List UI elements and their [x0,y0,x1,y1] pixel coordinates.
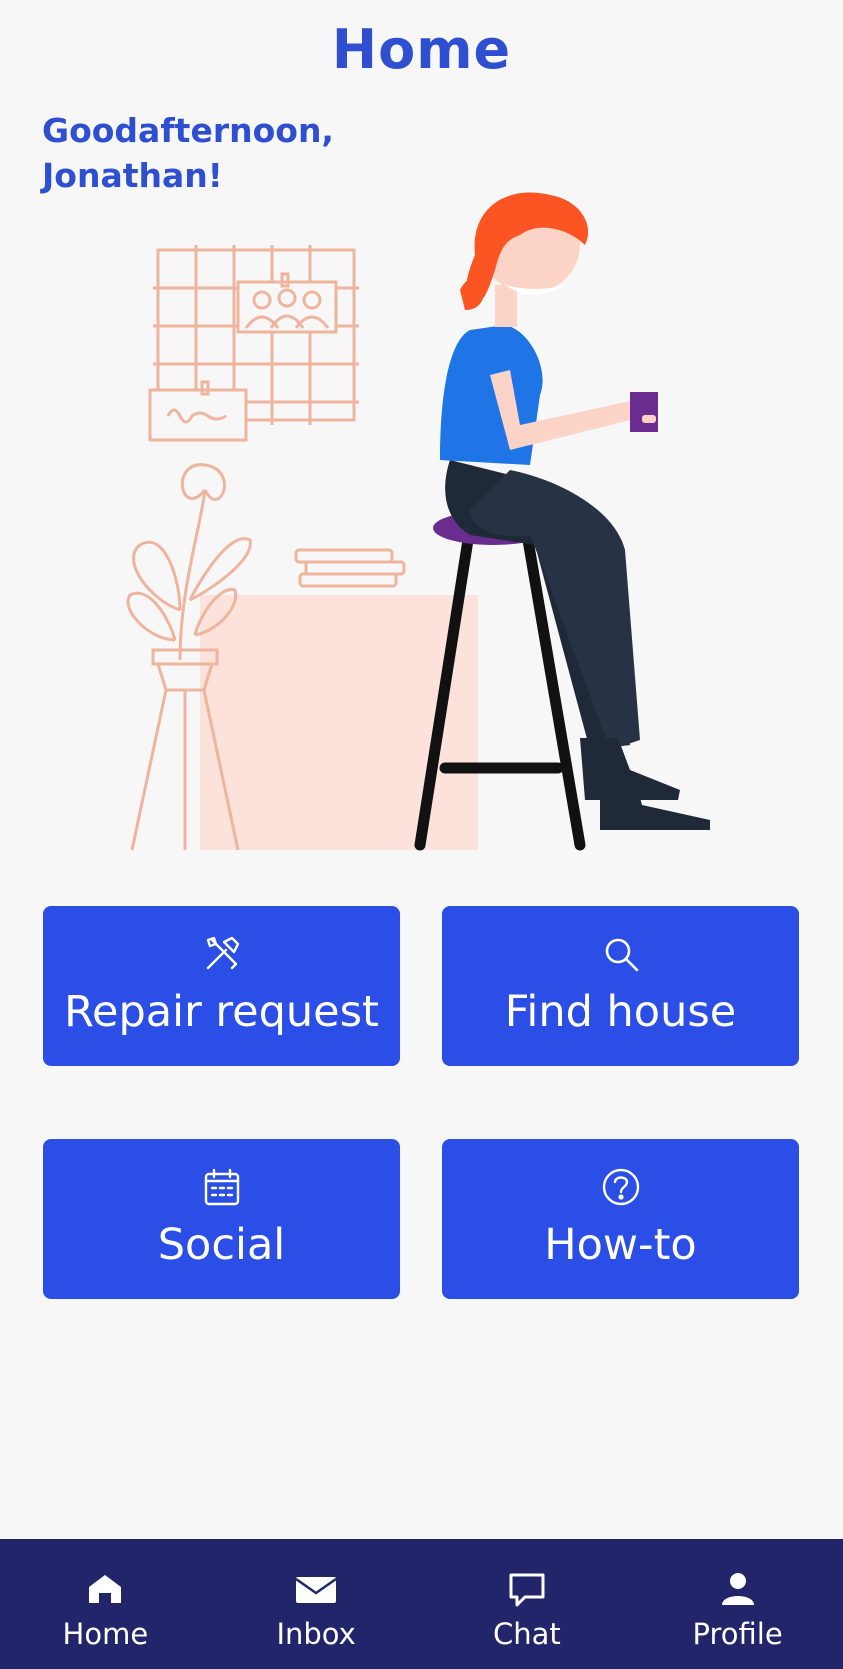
bottom-navigation: Home Inbox Chat Profile [0,1539,843,1669]
woman-on-stool-illustration [126,192,710,851]
nav-label-chat: Chat [492,1617,561,1651]
find-house-button[interactable]: Find house [442,906,799,1066]
nav-item-chat[interactable]: Chat [422,1539,633,1669]
social-button[interactable]: Social [43,1139,400,1299]
search-icon [605,938,638,972]
how-to-label: How-to [544,1220,697,1270]
mail-icon [295,1577,337,1603]
greeting-text: Goodafternoon, Jonathan! [42,111,334,195]
nav-item-home[interactable]: Home [0,1539,211,1669]
page-title: Home [331,18,512,81]
user-icon [721,1573,754,1605]
how-to-button[interactable]: How-to [442,1139,799,1299]
nav-label-profile: Profile [692,1617,783,1651]
find-house-label: Find house [504,987,737,1037]
home-icon [89,1575,122,1603]
help-icon [602,1168,639,1206]
repair-request-label: Repair request [64,987,379,1037]
home-screen: Home Goodafternoon, Jonathan! Repair req… [0,0,843,1669]
nav-label-home: Home [62,1617,149,1651]
nav-item-inbox[interactable]: Inbox [211,1539,422,1669]
tools-icon [206,936,239,970]
social-label: Social [157,1220,286,1270]
nav-label-inbox: Inbox [276,1617,356,1651]
repair-request-button[interactable]: Repair request [43,906,400,1066]
nav-item-profile[interactable]: Profile [632,1539,843,1669]
chat-icon [509,1573,545,1607]
calendar-icon [204,1168,239,1206]
